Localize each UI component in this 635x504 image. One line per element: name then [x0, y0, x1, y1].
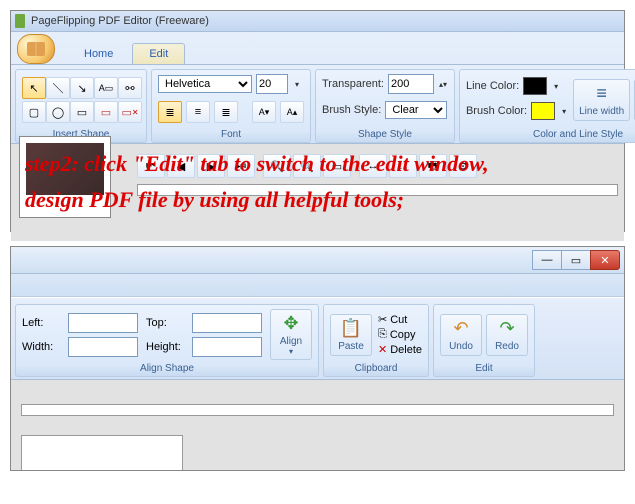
group-edit: ↶Undo ↷Redo Edit — [433, 304, 535, 377]
qt-fit-width-icon[interactable]: ↔ — [359, 154, 387, 178]
height-input[interactable] — [192, 337, 262, 357]
scissors-icon: ✂ — [378, 313, 387, 326]
page-corner — [21, 435, 183, 470]
brush-color-label: Brush Color: — [466, 105, 527, 117]
page-thumbnail[interactable] — [19, 136, 111, 218]
group-label-clipboard: Clipboard — [330, 360, 422, 374]
font-family-select[interactable]: Helvetica — [158, 75, 252, 93]
tab-row: Home Edit — [11, 32, 624, 64]
tool-text[interactable]: A▭ — [94, 77, 118, 99]
align-right-button[interactable]: ≣ — [214, 101, 238, 123]
ribbon-tab-strip — [11, 274, 624, 297]
align-left-button[interactable]: ≣ — [158, 101, 182, 123]
group-shape-style: Transparent: ▴▾ Brush Style: Clear Shape… — [315, 69, 455, 143]
qt-first-icon[interactable]: ⏮ — [137, 154, 165, 178]
qt-fit-page-icon[interactable]: ⛶ — [389, 154, 417, 178]
left-input[interactable] — [68, 313, 138, 333]
align-button[interactable]: ✥Align▾ — [270, 309, 312, 360]
cut-button[interactable]: ✂Cut — [378, 313, 422, 326]
line-width-button[interactable]: ≡Line width — [573, 79, 630, 121]
delete-icon: ✕ — [378, 343, 387, 356]
line-color-swatch[interactable] — [523, 77, 547, 95]
group-clipboard: 📋Paste ✂Cut ⎘Copy ✕Delete Clipboard — [323, 304, 429, 377]
main-window: PageFlipping PDF Editor (Freeware) Home … — [10, 10, 625, 232]
close-button[interactable]: ✕ — [590, 250, 620, 270]
group-label-align-shape: Align Shape — [22, 360, 312, 374]
align-center-button[interactable]: ≡ — [186, 101, 210, 123]
ribbon: ↖ ＼ ↘ A▭ ⚯ ▢ ◯ ▭ ▭ ▭✕ Insert Shape Helve… — [11, 64, 624, 143]
line-color-label: Line Color: — [466, 80, 519, 92]
app-orb-button[interactable] — [17, 34, 55, 64]
maximize-button[interactable]: ▭ — [561, 250, 591, 270]
font-grow-button[interactable]: A▴ — [280, 101, 304, 123]
secondary-window: — ▭ ✕ Left: Width: Top: Height: ✥Align▾ — [10, 246, 625, 471]
width-label: Width: — [22, 341, 62, 353]
paste-button[interactable]: 📋Paste — [330, 314, 372, 356]
group-label-shape-style: Shape Style — [322, 126, 448, 140]
tool-arrow[interactable]: ↘ — [70, 77, 94, 99]
group-font: Helvetica ▾ ≣ ≡ ≣ A▾ A▴ Font — [151, 69, 311, 143]
delete-button[interactable]: ✕Delete — [378, 343, 422, 356]
ruler-2 — [21, 404, 614, 416]
group-align-shape: Left: Width: Top: Height: ✥Align▾ Align … — [15, 304, 319, 377]
tool-rect[interactable]: ▭ — [70, 101, 94, 123]
ruler — [137, 184, 618, 196]
document-area-2 — [11, 379, 624, 470]
transparent-label: Transparent: — [322, 78, 384, 90]
font-size-input[interactable] — [256, 74, 288, 94]
tool-link[interactable]: ⚯ — [118, 77, 142, 99]
copy-icon: ⎘ — [378, 328, 387, 341]
transparent-stepper-icon[interactable]: ▴▾ — [438, 80, 448, 89]
height-label: Height: — [146, 341, 186, 353]
qt-zoom-region-icon[interactable]: ▭ — [323, 154, 351, 178]
line-color-dropdown-icon[interactable]: ▾ — [551, 82, 561, 91]
qt-settings-icon[interactable]: ⚙ — [449, 154, 477, 178]
left-label: Left: — [22, 317, 62, 329]
brush-color-dropdown-icon[interactable]: ▾ — [559, 107, 569, 116]
copy-button[interactable]: ⎘Copy — [378, 328, 422, 341]
group-label-font: Font — [158, 126, 304, 140]
tool-pointer[interactable]: ↖ — [22, 77, 46, 99]
tool-ellipse[interactable]: ◯ — [46, 101, 70, 123]
group-label-color-line: Color and Line Style — [466, 126, 635, 140]
qt-last-icon[interactable]: ⏭ — [227, 154, 255, 178]
qt-zoom-in-icon[interactable]: 🔍 — [263, 154, 291, 178]
redo-button[interactable]: ↷Redo — [486, 314, 528, 356]
qt-prev-icon[interactable]: ◀ — [167, 154, 195, 178]
qt-print-icon[interactable]: 🖶 — [419, 154, 447, 178]
brush-color-swatch[interactable] — [531, 102, 555, 120]
top-input[interactable] — [192, 313, 262, 333]
minimize-button[interactable]: — — [532, 250, 562, 270]
width-input[interactable] — [68, 337, 138, 357]
qt-zoom-out-icon[interactable]: 🔍 — [293, 154, 321, 178]
group-color-line: Line Color: ▾ Brush Color: ▾ ≡Line width… — [459, 69, 635, 143]
title-bar: PageFlipping PDF Editor (Freeware) — [11, 11, 624, 32]
tab-home[interactable]: Home — [67, 43, 130, 64]
quick-toolbar: ⏮ ◀ ▶ ⏭ 🔍 🔍 ▭ ↔ ⛶ 🖶 ⚙ — [137, 154, 618, 178]
tool-line[interactable]: ＼ — [46, 77, 70, 99]
app-title: PageFlipping PDF Editor (Freeware) — [31, 15, 209, 27]
tab-edit[interactable]: Edit — [132, 43, 185, 64]
brush-style-select[interactable]: Clear — [385, 101, 447, 119]
tool-delete-shape[interactable]: ▭✕ — [118, 101, 142, 123]
font-size-dropdown-icon[interactable]: ▾ — [292, 80, 302, 89]
brush-style-label: Brush Style: — [322, 104, 381, 116]
document-area: ⏮ ◀ ▶ ⏭ 🔍 🔍 ▭ ↔ ⛶ 🖶 ⚙ — [11, 143, 624, 241]
group-insert-shape: ↖ ＼ ↘ A▭ ⚯ ▢ ◯ ▭ ▭ ▭✕ Insert Shape — [15, 69, 147, 143]
undo-button[interactable]: ↶Undo — [440, 314, 482, 356]
app-icon — [15, 14, 25, 28]
tool-roundrect[interactable]: ▢ — [22, 101, 46, 123]
top-label: Top: — [146, 317, 186, 329]
window-controls: — ▭ ✕ — [11, 247, 624, 274]
tool-select-rect[interactable]: ▭ — [94, 101, 118, 123]
transparent-input[interactable] — [388, 74, 434, 94]
group-label-edit: Edit — [440, 360, 528, 374]
ribbon2: Left: Width: Top: Height: ✥Align▾ Align … — [11, 297, 624, 379]
qt-next-icon[interactable]: ▶ — [197, 154, 225, 178]
font-shrink-button[interactable]: A▾ — [252, 101, 276, 123]
